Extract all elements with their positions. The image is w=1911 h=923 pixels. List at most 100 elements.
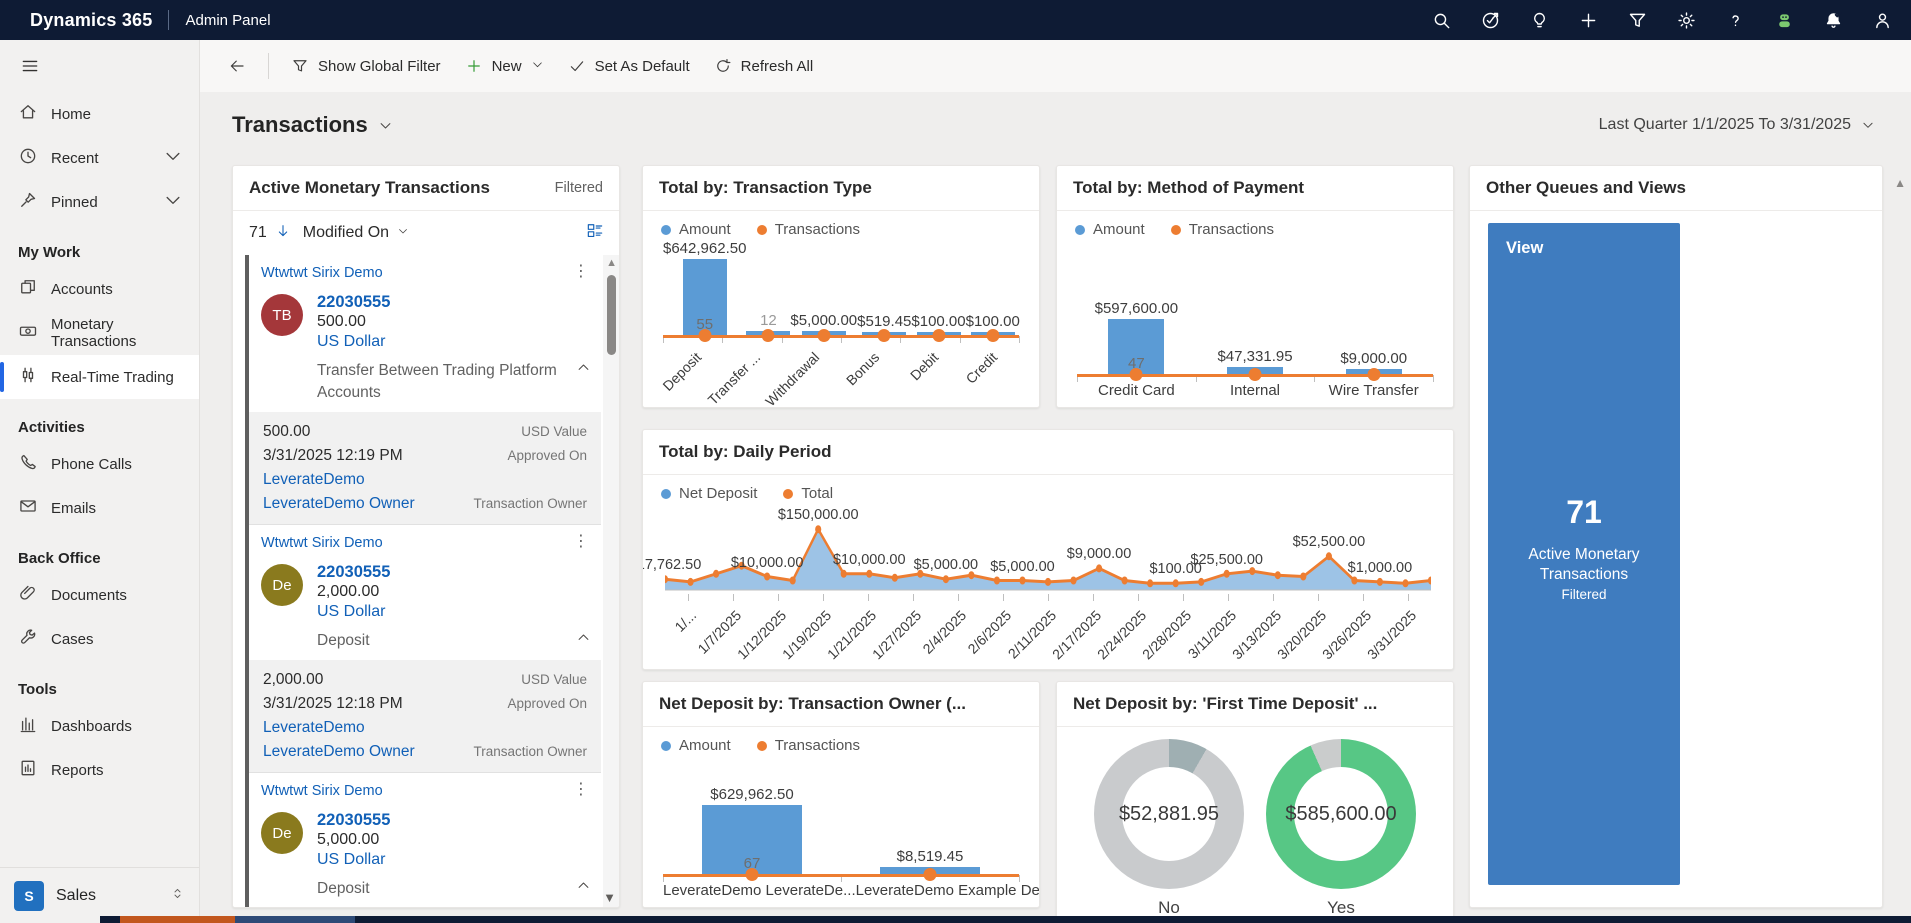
currency-link[interactable]: US Dollar [317,850,390,870]
bar-chart[interactable]: $629,962.5067$8,519.45LeverateDemo Lever… [643,756,1039,907]
sidebar-item-accounts[interactable]: Accounts [0,267,199,311]
detail-value-link[interactable]: LeverateDemo Owner [263,492,415,516]
settings-icon[interactable] [1676,10,1697,31]
transaction-number-link[interactable]: 22030555 [317,810,390,830]
main-content: Transactions Last Quarter 1/1/2025 To 3/… [200,92,1911,923]
x-axis-labels: Credit CardInternalWire Transfer [1077,382,1433,407]
collapse-icon[interactable] [576,878,595,900]
bar-chart[interactable]: $642,962.505512$5,000.00$519.45$100.00$1… [643,240,1039,407]
sidebar-item-documents[interactable]: Documents [0,573,199,617]
donut-ring[interactable]: $585,600.00 [1266,739,1416,889]
detail-value-link[interactable]: LeverateDemo [263,468,365,492]
sort-direction-icon[interactable] [275,223,291,244]
account-link[interactable]: Wtwtwt Sirix Demo [261,783,383,799]
transaction-number-link[interactable]: 22030555 [317,292,390,312]
sidebar-item-monetary-transactions[interactable]: Monetary Transactions [0,311,199,355]
bar[interactable]: 47 [1108,319,1164,375]
chevron-down-icon[interactable] [163,190,183,214]
currency-link[interactable]: US Dollar [317,332,390,352]
lightbulb-icon[interactable] [1529,10,1550,31]
refresh-all-button[interactable]: Refresh All [702,47,826,85]
transaction-type: Deposit [317,630,370,652]
set-as-default-button[interactable]: Set As Default [556,47,702,85]
back-button[interactable] [216,47,258,85]
bar-column-leveratedemo-example-des[interactable]: $8,519.45 [841,848,1019,875]
area-switcher[interactable]: S Sales [0,867,199,923]
donut-ring[interactable]: $52,881.95 [1094,739,1244,889]
bar-column-transfer[interactable]: 12 [746,312,790,336]
bar[interactable]: 55 [683,259,727,336]
dynamics-logo[interactable]: Dynamics 365 [30,10,152,31]
bar-column-leveratedemo-leveratede[interactable]: $629,962.5067 [663,786,841,875]
bar-column-debit[interactable]: $100.00 [911,313,965,336]
date-range-filter[interactable]: Last Quarter 1/1/2025 To 3/31/2025 [1599,116,1875,134]
card-view-settings-icon[interactable] [585,221,605,246]
chevron-down-icon[interactable] [163,146,183,170]
axis-tick [913,594,914,601]
scrollbar-thumb[interactable] [607,275,616,355]
axis-tick [688,594,689,601]
area-switch-icon[interactable] [170,886,185,906]
new-button[interactable]: New [453,47,556,85]
add-icon[interactable] [1578,10,1599,31]
sidebar-item-home[interactable]: Home [0,92,199,136]
dashboard-selector[interactable]: Transactions [232,112,393,138]
sidebar-item-emails[interactable]: Emails [0,486,199,530]
list-scrollbar[interactable]: ▲ ▼ [603,255,619,907]
view-tile[interactable]: View 71 Active Monetary Transactions Fil… [1488,223,1680,885]
filter-icon[interactable] [1627,10,1648,31]
insights-icon[interactable] [1480,10,1501,31]
sidebar-item-real-time-trading[interactable]: Real-Time Trading [0,355,199,399]
scroll-down-arrow[interactable]: ▼ [603,890,616,905]
axis-tick [1228,594,1229,601]
sort-field[interactable]: Modified On [303,224,389,242]
chart-title: Net Deposit by: 'First Time Deposit' ... [1073,694,1377,714]
account-icon[interactable] [1872,10,1893,31]
transaction-number-link[interactable]: 22030555 [317,562,390,582]
bar-chart[interactable]: $597,600.0047$47,331.95$9,000.00 Credit C… [1057,240,1453,407]
sidebar-item-cases[interactable]: Cases [0,617,199,661]
bar-column-withdrawal[interactable]: $5,000.00 [790,312,857,336]
point-value-label: $150,000.00 [778,507,859,523]
account-link[interactable]: Wtwtwt Sirix Demo [261,265,383,281]
help-icon[interactable] [1725,10,1746,31]
detail-value: 3/31/2025 12:19 PM [263,444,403,468]
detail-row: LeverateDemo [263,716,587,740]
chevron-down-icon[interactable] [397,224,409,242]
search-icon[interactable] [1431,10,1452,31]
area-chart[interactable]: $17,762.50$10,000.00$150,000.00$10,000.0… [643,504,1453,669]
bar-column-bonus[interactable]: $519.45 [857,313,911,336]
collapse-icon[interactable] [576,360,595,404]
sidebar-item-pinned[interactable]: Pinned [0,180,199,224]
sidebar-item-dashboards[interactable]: Dashboards [0,704,199,748]
currency-link[interactable]: US Dollar [317,602,390,622]
bar-column-credit[interactable]: $100.00 [966,313,1020,336]
scroll-up-arrow[interactable]: ▲ [1894,176,1906,190]
assistant-icon[interactable] [1774,10,1795,31]
more-options-icon[interactable]: ⋮ [567,265,595,279]
show-global-filter-button[interactable]: Show Global Filter [279,47,453,85]
bar[interactable]: 67 [702,805,802,875]
account-link[interactable]: Wtwtwt Sirix Demo [261,535,383,551]
bar-column-deposit[interactable]: $642,962.5055 [663,240,746,336]
bar-chart-plot: $597,600.0047$47,331.95$9,000.00 [1077,267,1433,375]
bar-column-credit-card[interactable]: $597,600.0047 [1077,300,1196,375]
more-options-icon[interactable]: ⋮ [567,535,595,549]
bar-column-wire-transfer[interactable]: $9,000.00 [1314,350,1433,375]
detail-value-link[interactable]: LeverateDemo [263,716,365,740]
axis-tick [1019,336,1020,343]
bar-column-internal[interactable]: $47,331.95 [1196,348,1315,375]
chevron-down-icon [1861,118,1875,132]
sidebar-item-phone-calls[interactable]: Phone Calls [0,442,199,486]
detail-value-link[interactable]: LeverateDemo Owner [263,740,415,764]
collapse-icon[interactable] [576,630,595,652]
sidebar-item-recent[interactable]: Recent [0,136,199,180]
sidebar-item-reports[interactable]: Reports [0,748,199,792]
hamburger-menu-icon[interactable] [8,40,52,92]
scroll-up-arrow[interactable]: ▲ [606,257,617,269]
app-name[interactable]: Admin Panel [185,12,270,29]
avatar: TB [261,294,303,336]
legend-dot [1171,225,1181,235]
notifications-icon[interactable] [1823,10,1844,31]
more-options-icon[interactable]: ⋮ [567,783,595,797]
